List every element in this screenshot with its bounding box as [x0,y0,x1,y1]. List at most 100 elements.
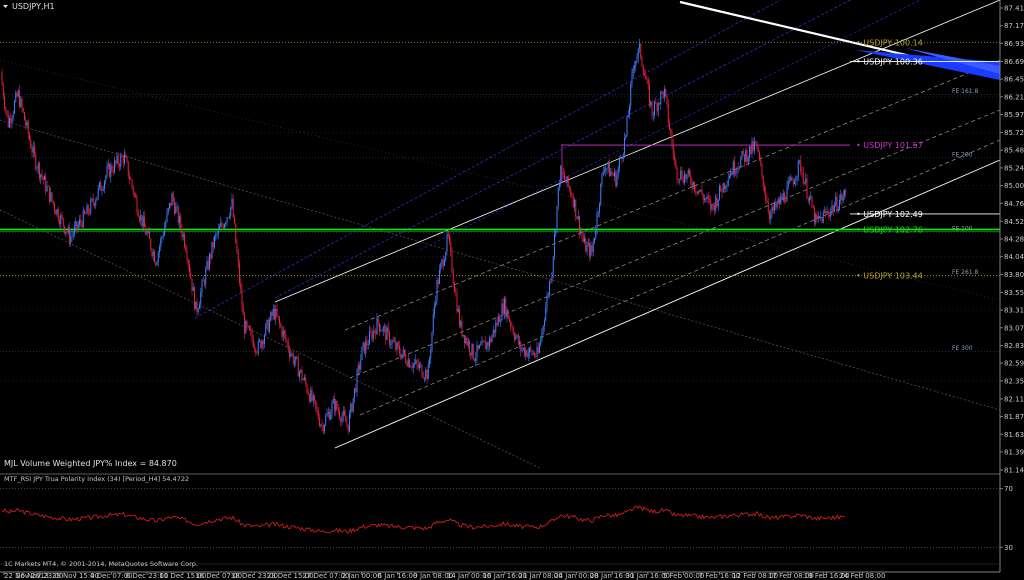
candle-body [582,236,584,242]
candle-body [229,216,230,218]
candle-body [272,308,274,316]
candle-body [191,278,193,291]
candle-body [497,316,499,325]
candle-body [517,335,519,345]
candle-body [476,344,478,358]
candle-body [752,141,754,151]
candle-body [689,169,690,175]
candle-body [787,181,789,187]
candle-body [764,186,765,192]
candle-body [14,101,15,114]
subwindow-title: MTF_RSI JPY Trua Polarity Index (34) [Pe… [4,475,189,483]
candle-body [177,206,179,223]
candle-body [744,154,745,162]
candle-body [187,259,189,265]
candle-body [142,216,144,227]
candle-body [376,317,378,335]
candle-body [677,179,679,181]
candle-body [539,344,540,353]
candle-body [499,316,500,323]
candle-body [411,366,413,369]
candle-body [336,401,338,409]
candle-body [309,394,310,402]
candle-body [464,334,465,344]
price-tick-label: 86.938 [1004,40,1024,48]
candle-body [172,193,174,202]
candle-body [741,150,743,159]
candle-body [300,369,302,372]
candle-body [219,227,220,229]
candle-body [821,216,823,223]
candle-body [531,350,533,355]
candle-body [814,207,815,224]
candle-body [211,241,213,259]
candle-body [334,398,335,411]
candle-body [720,185,722,192]
candle-body [461,321,463,337]
candle-body [575,199,577,217]
candle-body [779,198,780,205]
candle-body [264,335,265,345]
candle-body [696,191,698,194]
candle-body [805,178,807,183]
candle-body [347,424,349,432]
candle-body [206,261,208,270]
fib-level-label: FE 300 [952,345,973,352]
candle-body [204,280,205,285]
candle-body [635,61,637,67]
candle-body [74,226,75,235]
candle-body [126,157,128,162]
candle-body [801,172,803,173]
candle-body [661,91,663,93]
price-tick-label: 83.318 [1004,307,1024,315]
candle-body [190,272,192,279]
candle-body [576,216,578,220]
level-label: • USDJPY 102.76 [856,225,923,234]
candle-body [79,219,80,225]
candle-body [289,349,290,357]
candle-body [425,369,427,378]
candle-body [302,379,304,381]
price-tick-label: 86.693 [1004,58,1024,66]
candle-body [257,341,259,353]
candle-body [402,349,404,355]
candle-body [86,205,88,215]
candle-body [792,180,794,185]
candle-body [730,171,732,177]
candle-body [310,389,312,402]
forex-chart[interactable]: FE 200FE 161.8FE 100FE 261.8FE 300 • USD… [0,0,1024,580]
candle-body [475,357,477,361]
candle-body [160,238,162,247]
candle-body [672,144,674,156]
candle-body [307,391,309,395]
candle-body [29,134,30,140]
candle-body [52,201,54,204]
candle-body [162,235,164,237]
candle-body [644,73,645,76]
candle-body [374,330,375,332]
candle-body [304,377,305,380]
candle-body [626,117,628,135]
candle-body [30,139,32,149]
candle-body [622,154,624,159]
candle-body [92,198,94,203]
time-axis[interactable]: 22 Nov 201326 Nov 23:0029 Nov 15:004 Dec… [0,571,1000,580]
candle-body [602,171,604,175]
candle-body [281,326,283,337]
candle-body [356,370,358,393]
candle-body [404,349,405,355]
candle-body [297,358,299,377]
candle-body [431,331,433,350]
candle-body [509,318,510,322]
candle-body [345,415,347,422]
candle-body [700,189,702,192]
candle-body [147,231,149,233]
candle-body [612,173,614,177]
candle-body [755,141,757,143]
rsi-tick-label: 70 [1004,485,1013,493]
candle-body [311,389,313,401]
candle-body [414,363,415,364]
candle-body [110,165,112,177]
candle-body [365,340,367,354]
candle-body [472,343,474,360]
